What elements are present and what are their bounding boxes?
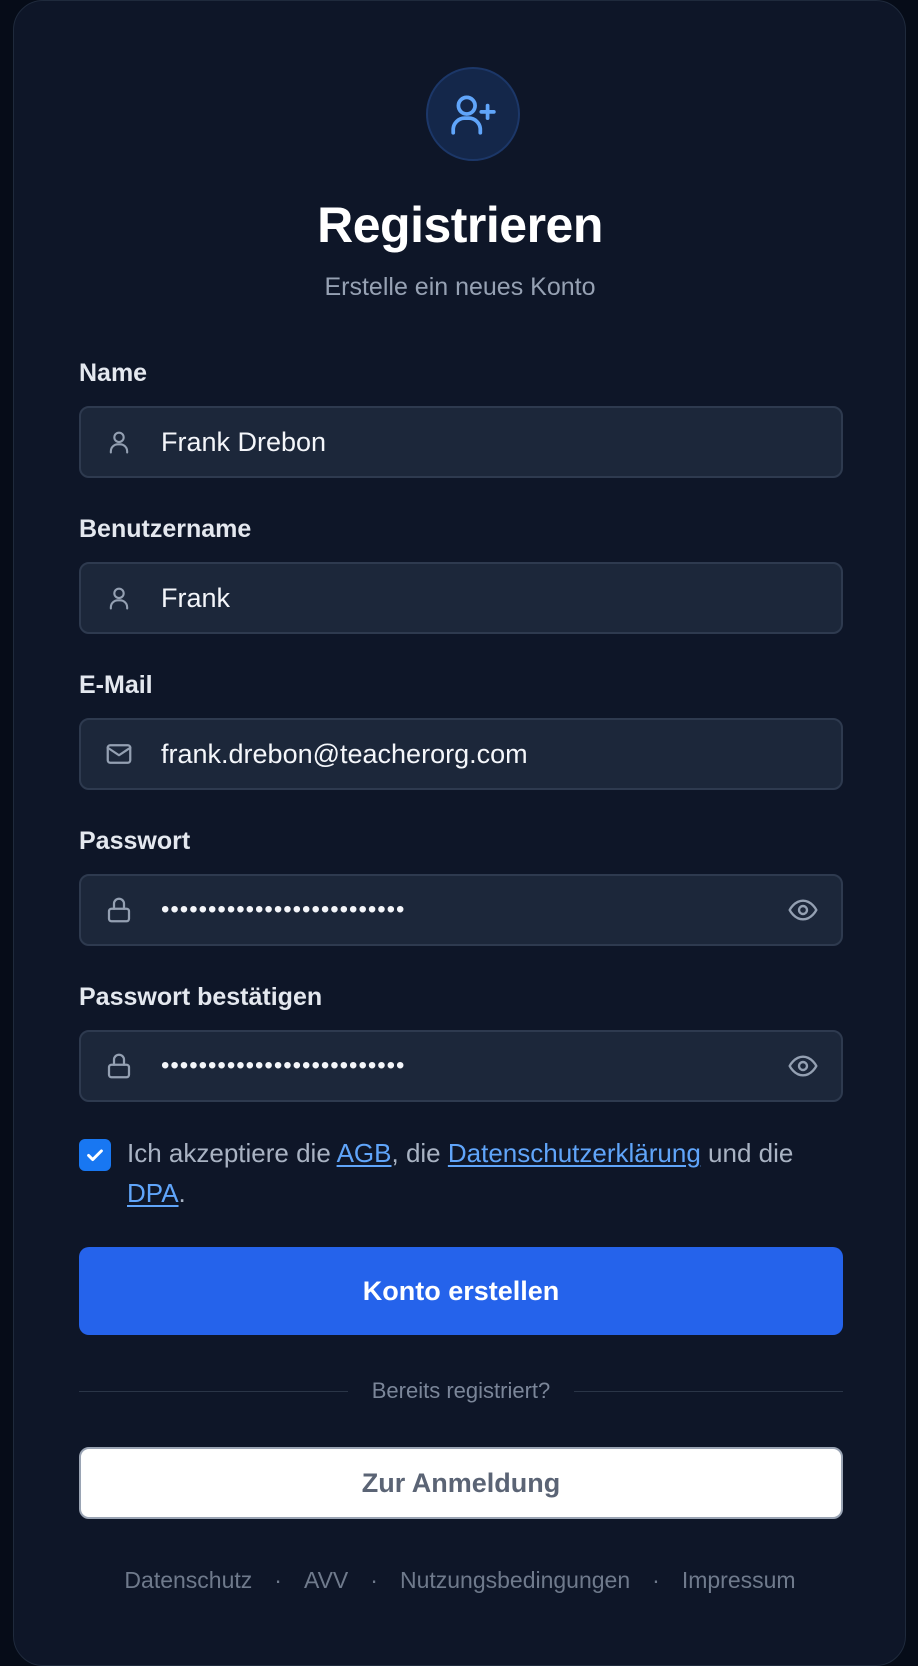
divider-line-right (574, 1390, 844, 1392)
page-subtitle: Erstelle ein neues Konto (324, 273, 596, 301)
footer-separator: · (274, 1567, 282, 1593)
divider-label: Bereits registriert? (371, 1378, 551, 1403)
footer-separator: · (652, 1567, 660, 1593)
username-label: Benutzername (79, 515, 252, 543)
page-title: Registrieren (317, 197, 603, 253)
username-input[interactable] (161, 564, 801, 632)
check-icon (87, 1149, 103, 1162)
divider-line-left (79, 1390, 348, 1392)
dpa-link[interactable]: DPA (127, 1178, 179, 1208)
privacy-policy-link[interactable]: Datenschutzerklärung (448, 1138, 701, 1168)
user-icon (103, 582, 135, 614)
footer-link-impressum[interactable]: Impressum (682, 1567, 796, 1594)
footer-link-datenschutz[interactable]: Datenschutz (124, 1567, 252, 1594)
name-input[interactable] (161, 408, 801, 476)
email-field[interactable] (79, 718, 843, 790)
footer-link-avv[interactable]: AVV (304, 1567, 348, 1594)
user-icon (103, 426, 135, 458)
go-to-login-button[interactable]: Zur Anmeldung (79, 1447, 843, 1519)
terms-text: Ich akzeptiere die AGB, die Datenschutze… (127, 1133, 827, 1213)
terms-mid2: und die (700, 1138, 794, 1168)
username-field[interactable] (79, 562, 843, 634)
divider: Bereits registriert? (79, 1373, 844, 1409)
footer-links: Datenschutz · AVV · Nutzungsbedingungen … (1, 1567, 918, 1594)
password-confirm-label: Passwort bestätigen (79, 983, 323, 1011)
terms-suffix: . (178, 1178, 186, 1208)
footer-separator: · (370, 1567, 378, 1593)
password-input[interactable] (161, 876, 801, 944)
password-label: Passwort (79, 827, 191, 855)
create-account-button[interactable]: Konto erstellen (79, 1247, 843, 1335)
user-plus-icon (426, 67, 520, 161)
terms-mid1: , die (391, 1138, 448, 1168)
email-input[interactable] (161, 720, 801, 788)
password-confirm-input[interactable] (161, 1032, 801, 1100)
name-field[interactable] (79, 406, 843, 478)
lock-icon (103, 894, 135, 926)
name-label: Name (79, 359, 148, 387)
email-label: E-Mail (79, 671, 153, 699)
terms-checkbox[interactable] (79, 1139, 111, 1171)
register-card: Registrieren Erstelle ein neues Konto Na… (13, 0, 906, 1666)
eye-icon[interactable] (785, 1048, 821, 1084)
password-confirm-field[interactable] (79, 1030, 843, 1102)
eye-icon[interactable] (785, 892, 821, 928)
footer-link-nutzungsbedingungen[interactable]: Nutzungsbedingungen (400, 1567, 630, 1594)
agb-link[interactable]: AGB (337, 1138, 392, 1168)
terms-prefix: Ich akzeptiere die (127, 1138, 337, 1168)
lock-icon (103, 1050, 135, 1082)
password-field[interactable] (79, 874, 843, 946)
mail-icon (103, 738, 135, 770)
